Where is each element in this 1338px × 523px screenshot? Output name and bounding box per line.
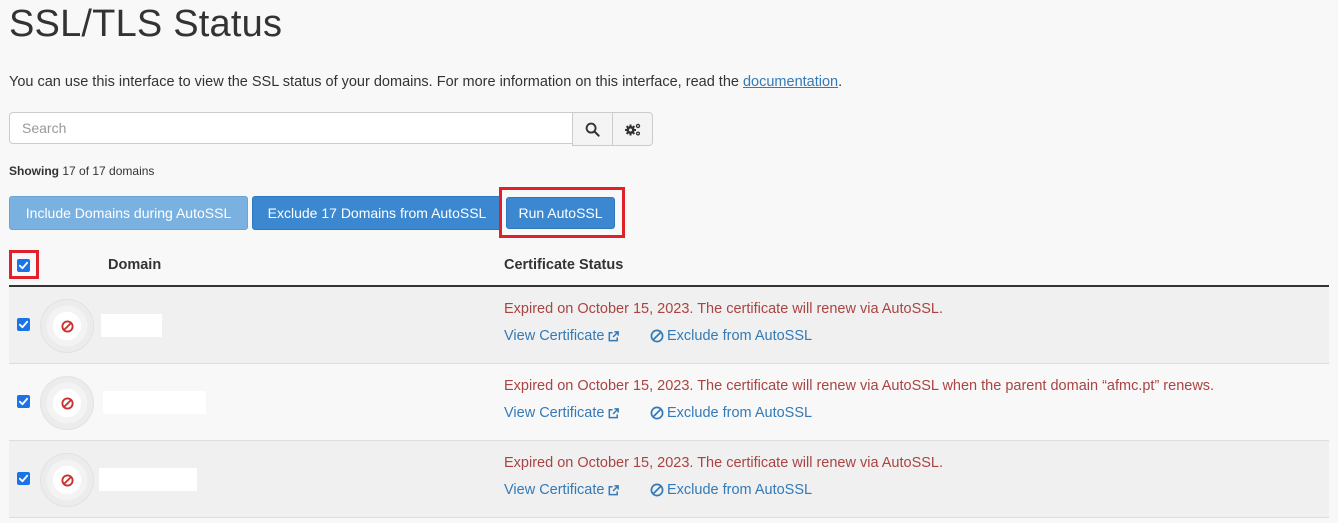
- exclude-from-autossl-link[interactable]: Exclude from AutoSSL: [650, 482, 812, 498]
- domain-name-redacted: [101, 314, 162, 337]
- ban-icon: [60, 473, 74, 487]
- column-certificate-status[interactable]: Certificate Status: [504, 257, 623, 273]
- column-domain[interactable]: Domain: [108, 257, 161, 273]
- table-row: Expired on October 15, 2023. The certifi…: [9, 441, 1329, 518]
- table-row: Expired on October 15, 2023. The certifi…: [9, 364, 1329, 441]
- gears-icon: [624, 123, 640, 135]
- view-certificate-label: View Certificate: [504, 405, 605, 421]
- exclude-from-autossl-label: Exclude from AutoSSL: [667, 482, 813, 498]
- exclude-from-autossl-link[interactable]: Exclude from AutoSSL: [650, 328, 812, 344]
- search-input[interactable]: [9, 112, 572, 144]
- view-certificate-link[interactable]: View Certificate: [504, 405, 620, 421]
- status-indicator: [40, 376, 94, 430]
- settings-button[interactable]: [612, 112, 653, 146]
- showing-count-text: 17 of 17 domains: [62, 164, 155, 178]
- domain-name-redacted: [99, 468, 197, 491]
- table-header: Domain Certificate Status: [9, 250, 1329, 287]
- page-title: SSL/TLS Status: [9, 3, 283, 45]
- ban-icon: [650, 483, 664, 497]
- check-icon: [18, 261, 29, 270]
- certificate-status: Expired on October 15, 2023. The certifi…: [504, 455, 944, 471]
- view-certificate-link[interactable]: View Certificate: [504, 482, 620, 498]
- external-link-icon: [609, 484, 620, 495]
- run-autossl-button[interactable]: Run AutoSSL: [506, 197, 615, 229]
- showing-count: Showing 17 of 17 domains: [9, 164, 154, 178]
- row-checkbox[interactable]: [17, 318, 30, 331]
- external-link-icon: [609, 330, 620, 341]
- select-all-checkbox[interactable]: [17, 259, 30, 272]
- ban-icon: [650, 329, 664, 343]
- ban-icon: [650, 406, 664, 420]
- intro-description: You can use this interface to view the S…: [9, 74, 739, 90]
- intro-period: .: [838, 74, 843, 90]
- check-icon: [18, 397, 29, 406]
- view-certificate-label: View Certificate: [504, 482, 605, 498]
- table-row: Expired on October 15, 2023. The certifi…: [9, 287, 1329, 364]
- view-certificate-label: View Certificate: [504, 328, 605, 344]
- row-checkbox[interactable]: [17, 395, 30, 408]
- external-link-icon: [609, 407, 620, 418]
- check-icon: [18, 320, 29, 329]
- view-certificate-link[interactable]: View Certificate: [504, 328, 620, 344]
- check-icon: [18, 474, 29, 483]
- showing-label: Showing: [9, 164, 59, 178]
- include-domains-button[interactable]: Include Domains during AutoSSL: [9, 196, 248, 230]
- certificate-status: Expired on October 15, 2023. The certifi…: [504, 301, 944, 317]
- exclude-from-autossl-label: Exclude from AutoSSL: [667, 405, 813, 421]
- search-bar: [9, 112, 654, 146]
- search-button[interactable]: [572, 112, 613, 146]
- domain-name-redacted: [103, 391, 206, 414]
- documentation-link[interactable]: documentation: [743, 74, 838, 90]
- ban-icon: [60, 396, 74, 410]
- intro-text: You can use this interface to view the S…: [9, 74, 842, 90]
- exclude-domains-button[interactable]: Exclude 17 Domains from AutoSSL: [252, 196, 502, 230]
- row-checkbox[interactable]: [17, 472, 30, 485]
- status-indicator: [40, 453, 94, 507]
- status-indicator: [40, 299, 94, 353]
- search-icon: [585, 122, 600, 137]
- exclude-from-autossl-link[interactable]: Exclude from AutoSSL: [650, 405, 812, 421]
- certificate-status: Expired on October 15, 2023. The certifi…: [504, 378, 1215, 394]
- exclude-from-autossl-label: Exclude from AutoSSL: [667, 328, 813, 344]
- ban-icon: [60, 319, 74, 333]
